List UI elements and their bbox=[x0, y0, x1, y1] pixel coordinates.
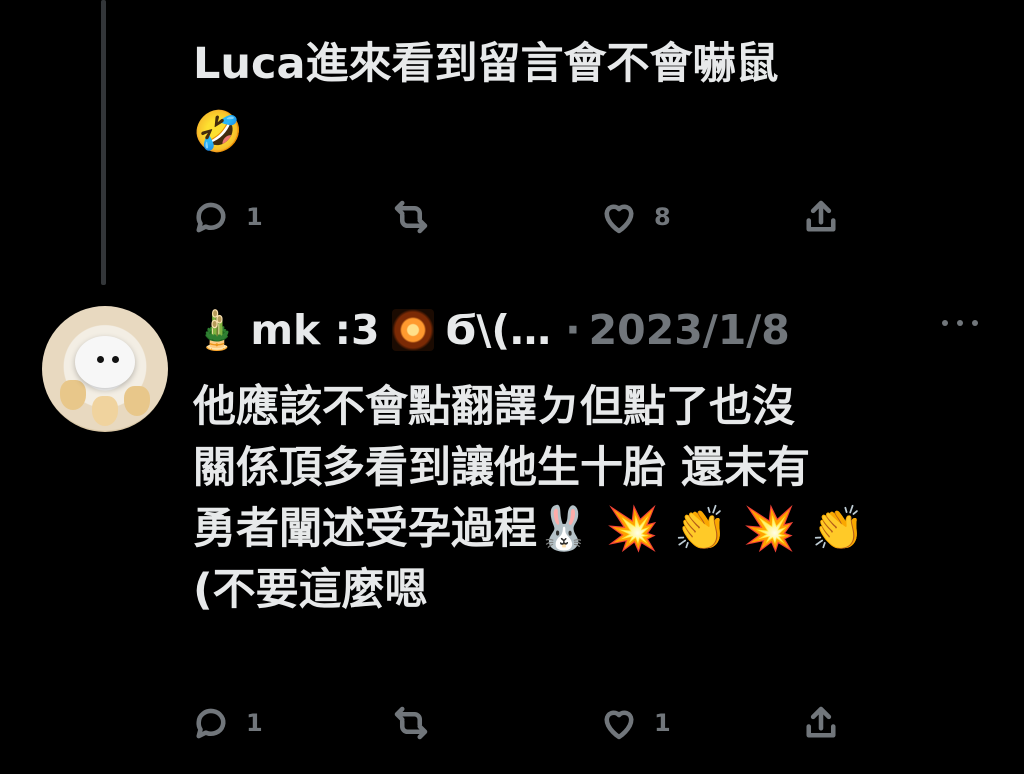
share-icon bbox=[806, 200, 836, 232]
like-count: 1 bbox=[654, 709, 671, 737]
tweet2-line-1: 他應該不會點翻譯ㄉ但點了也沒 bbox=[193, 382, 795, 432]
retweet-button[interactable] bbox=[390, 196, 432, 238]
retweet-button[interactable] bbox=[390, 702, 432, 744]
thread-line bbox=[101, 0, 106, 285]
author-name-part1[interactable]: mk :3 bbox=[250, 306, 379, 354]
tweet2-line-3: 勇者闡述受孕過程🐰 💥 👏 💥 👏 bbox=[193, 504, 865, 554]
like-icon bbox=[604, 204, 634, 234]
tweet2-text: 他應該不會點翻譯ㄉ但點了也沒 關係頂多看到讓他生十胎 還未有 勇者闡述受孕過程🐰… bbox=[193, 377, 865, 621]
tweet2-line-2: 關係頂多看到讓他生十胎 還未有 bbox=[193, 443, 810, 493]
tweet2-line-4: (不要這麼嗯 bbox=[193, 565, 428, 615]
author-name-part2[interactable]: Ϭ\(… bbox=[446, 306, 552, 354]
like-count: 8 bbox=[654, 203, 671, 231]
separator-dot: · bbox=[565, 306, 581, 354]
tweet1-actions: 1 8 bbox=[190, 196, 850, 236]
kadomatsu-emoji: 🎍 bbox=[193, 307, 241, 352]
reply-icon bbox=[196, 202, 226, 233]
more-icon bbox=[942, 320, 948, 326]
tweet2-header: 🎍 mk :3 Ϭ\(… · 2023/1/8 bbox=[193, 300, 790, 360]
avatar[interactable] bbox=[42, 306, 168, 432]
reply-icon bbox=[196, 708, 226, 739]
reply-button[interactable]: 1 bbox=[190, 196, 263, 238]
reply-button[interactable]: 1 bbox=[190, 702, 263, 744]
more-button[interactable] bbox=[942, 312, 982, 332]
retweet-icon bbox=[394, 200, 428, 234]
reply-count: 1 bbox=[246, 203, 263, 231]
tweet1-text: Luca進來看到留言會不會嚇鼠 bbox=[193, 39, 779, 89]
retweet-icon bbox=[394, 706, 428, 740]
rofl-emoji: 🤣 bbox=[193, 109, 243, 155]
reply-count: 1 bbox=[246, 709, 263, 737]
share-button[interactable] bbox=[800, 196, 842, 238]
bird-image bbox=[75, 336, 135, 388]
like-button[interactable]: 1 bbox=[598, 702, 671, 744]
share-icon bbox=[806, 706, 836, 738]
sparkler-icon bbox=[391, 309, 434, 351]
tweet2-actions: 1 1 bbox=[190, 702, 850, 742]
like-icon bbox=[604, 710, 634, 740]
tweet-date[interactable]: 2023/1/8 bbox=[589, 306, 790, 354]
like-button[interactable]: 8 bbox=[598, 196, 671, 238]
share-button[interactable] bbox=[800, 702, 842, 744]
